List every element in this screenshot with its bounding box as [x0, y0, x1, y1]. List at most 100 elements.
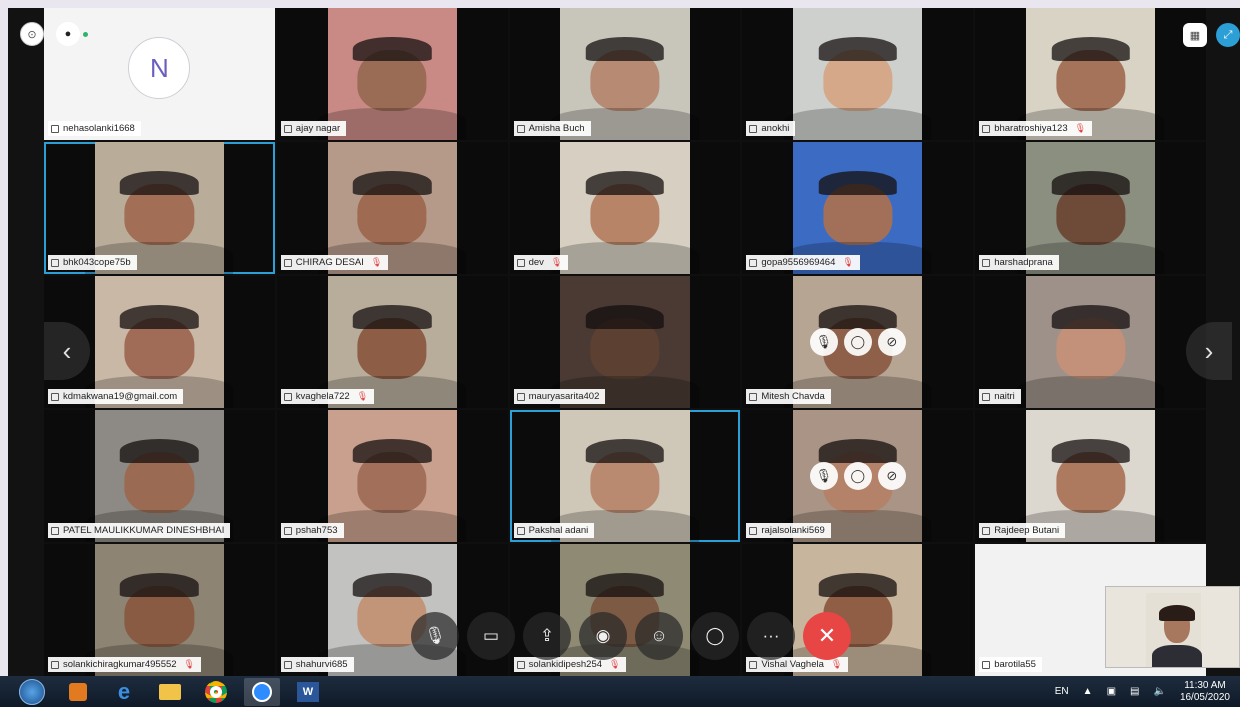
- chat-bubble-icon[interactable]: ◯: [843, 328, 872, 356]
- mic-icon[interactable]: 🎙: [809, 462, 838, 490]
- participant-grid: Nnehasolanki1668 ajay nagar Amisha Buch ano…: [44, 8, 1206, 676]
- more-options-icon: ···: [762, 626, 780, 645]
- self-view-video[interactable]: [1105, 586, 1240, 668]
- device-icon: [283, 392, 292, 401]
- participant-name: nehasolanki1668: [63, 123, 135, 134]
- connection-status-icon: [83, 32, 88, 37]
- gallery-view-icon[interactable]: ▦: [1183, 23, 1207, 47]
- chat-bubble-icon[interactable]: ◯: [843, 462, 872, 490]
- participant-nametag: kvaghela722 🎙: [280, 389, 375, 404]
- participant-name: gopa9556969464: [761, 257, 836, 268]
- device-icon: [283, 660, 292, 669]
- participant-tile[interactable]: Pakshal adani: [509, 410, 741, 542]
- zoom-app-icon[interactable]: [244, 677, 280, 706]
- participant-name: solankichiragkumar495552: [63, 659, 177, 670]
- muted-mic-icon: 🎙: [830, 659, 843, 669]
- device-icon: [749, 124, 758, 133]
- camera-off-button[interactable]: ▭: [467, 612, 515, 660]
- participant-name: bhk043cope75b: [63, 257, 131, 268]
- media-player-icon[interactable]: [60, 678, 96, 706]
- volume-icon[interactable]: 🔈: [1153, 686, 1165, 697]
- end-call-button[interactable]: ✕: [803, 612, 851, 660]
- windows-taskbar: e W EN ▲ ▣ ▤ 🔈 11:30 AM 16/05/2020: [0, 676, 1240, 707]
- show-hidden-icons-icon[interactable]: ▲: [1083, 686, 1093, 697]
- participant-tile[interactable]: harshadprana: [975, 142, 1206, 274]
- participant-name: pshah753: [295, 525, 338, 536]
- internet-explorer-icon[interactable]: e: [106, 678, 142, 706]
- more-icon[interactable]: ⊘: [877, 328, 906, 356]
- action-center-icon[interactable]: ▣: [1107, 686, 1116, 697]
- fullscreen-icon[interactable]: ⤢: [1216, 23, 1240, 47]
- participant-tile[interactable]: pshah753: [276, 410, 508, 542]
- participant-name: dev: [528, 257, 544, 268]
- participant-tile[interactable]: bharatroshiya123 🎙: [975, 8, 1206, 140]
- chat-icon: ◯: [705, 626, 725, 645]
- camera-off-icon: ▭: [482, 626, 500, 645]
- participant-nametag: dev 🎙: [513, 255, 569, 270]
- participant-name: shahurvi685: [295, 659, 348, 670]
- participant-tile[interactable]: ajay nagar: [276, 8, 508, 140]
- share-screen-button[interactable]: ⇪: [523, 612, 571, 660]
- muted-mic-icon: 🎙: [356, 391, 369, 401]
- participant-name: Vishal Vaghela: [761, 659, 824, 670]
- participant-tile[interactable]: gopa9556969464 🎙: [742, 142, 974, 274]
- participant-tile[interactable]: dev 🎙: [509, 142, 741, 274]
- device-icon: [516, 660, 525, 669]
- participant-name: Mitesh Chavda: [761, 391, 825, 402]
- device-icon: [516, 124, 525, 133]
- participant-nametag: mauryasarita402: [513, 389, 606, 404]
- more-options-button[interactable]: ···: [747, 612, 795, 660]
- file-explorer-icon[interactable]: [152, 678, 188, 706]
- record-button[interactable]: ◉: [579, 612, 627, 660]
- participant-tile[interactable]: anokhi: [742, 8, 974, 140]
- start-button[interactable]: [14, 678, 50, 706]
- participant-tile[interactable]: CHIRAG DESAI 🎙: [276, 142, 508, 274]
- participant-tile[interactable]: bhk043cope75b: [44, 142, 275, 274]
- participant-nametag: gopa9556969464 🎙: [746, 255, 860, 270]
- device-icon: [749, 258, 758, 267]
- participant-tile[interactable]: 🎙 ◯ ⊘ Mitesh Chavda: [742, 276, 974, 408]
- participant-name: ajay nagar: [295, 123, 341, 134]
- participant-tile[interactable]: PATEL MAULIKKUMAR DINESHBHAI: [44, 410, 275, 542]
- network-icon[interactable]: ▤: [1130, 686, 1139, 697]
- participant-tile[interactable]: Rajdeep Butani: [975, 410, 1206, 542]
- participant-nametag: harshadprana: [979, 255, 1059, 270]
- mic-icon[interactable]: 🎙: [809, 328, 838, 356]
- more-icon[interactable]: ⊘: [877, 462, 906, 490]
- chrome-icon[interactable]: [198, 678, 234, 706]
- participant-name: solankidipesh254: [528, 659, 603, 670]
- clock-date: 16/05/2020: [1179, 691, 1230, 703]
- participant-tile[interactable]: naitri: [975, 276, 1206, 408]
- device-icon: [51, 526, 59, 535]
- clock[interactable]: 11:30 AM 16/05/2020: [1180, 680, 1230, 704]
- system-tray: EN ▲ ▣ ▤ 🔈 11:30 AM 16/05/2020: [1055, 676, 1230, 707]
- participant-tile[interactable]: 🎙 ◯ ⊘ rajalsolanki569: [742, 410, 974, 542]
- device-icon: [516, 258, 525, 267]
- participant-nametag: bharatroshiya123 🎙: [979, 121, 1093, 136]
- participant-tile[interactable]: solankichiragkumar495552 🎙: [44, 544, 275, 676]
- mic-off-button[interactable]: 🎙: [411, 612, 459, 660]
- participant-name: CHIRAG DESAI: [295, 257, 364, 268]
- device-icon: [51, 258, 59, 267]
- info-icon[interactable]: ⊙: [20, 22, 44, 46]
- security-shield-icon[interactable]: ●: [56, 22, 80, 46]
- participant-name: naitri: [994, 391, 1015, 402]
- participants-button[interactable]: ☺: [635, 612, 683, 660]
- participant-tile[interactable]: Amisha Buch: [509, 8, 741, 140]
- desktop: Nnehasolanki1668 ajay nagar Amisha Buch ano…: [0, 0, 1240, 707]
- chat-button[interactable]: ◯: [691, 612, 739, 660]
- device-icon: [283, 258, 292, 267]
- participant-name: PATEL MAULIKKUMAR DINESHBHAI: [63, 525, 225, 536]
- muted-mic-icon: 🎙: [550, 257, 563, 267]
- record-icon: ◉: [595, 626, 611, 645]
- participants-icon: ☺: [650, 626, 668, 645]
- meeting-window: Nnehasolanki1668 ajay nagar Amisha Buch ano…: [8, 8, 1240, 676]
- participant-name: mauryasarita402: [528, 391, 600, 402]
- participant-tile[interactable]: mauryasarita402: [509, 276, 741, 408]
- participant-nametag: ajay nagar: [280, 121, 347, 136]
- participant-name: harshadprana: [994, 257, 1053, 268]
- language-indicator[interactable]: EN: [1055, 686, 1069, 697]
- word-icon[interactable]: W: [290, 678, 326, 706]
- participant-nametag: nehasolanki1668: [48, 121, 141, 136]
- participant-tile[interactable]: kvaghela722 🎙: [276, 276, 508, 408]
